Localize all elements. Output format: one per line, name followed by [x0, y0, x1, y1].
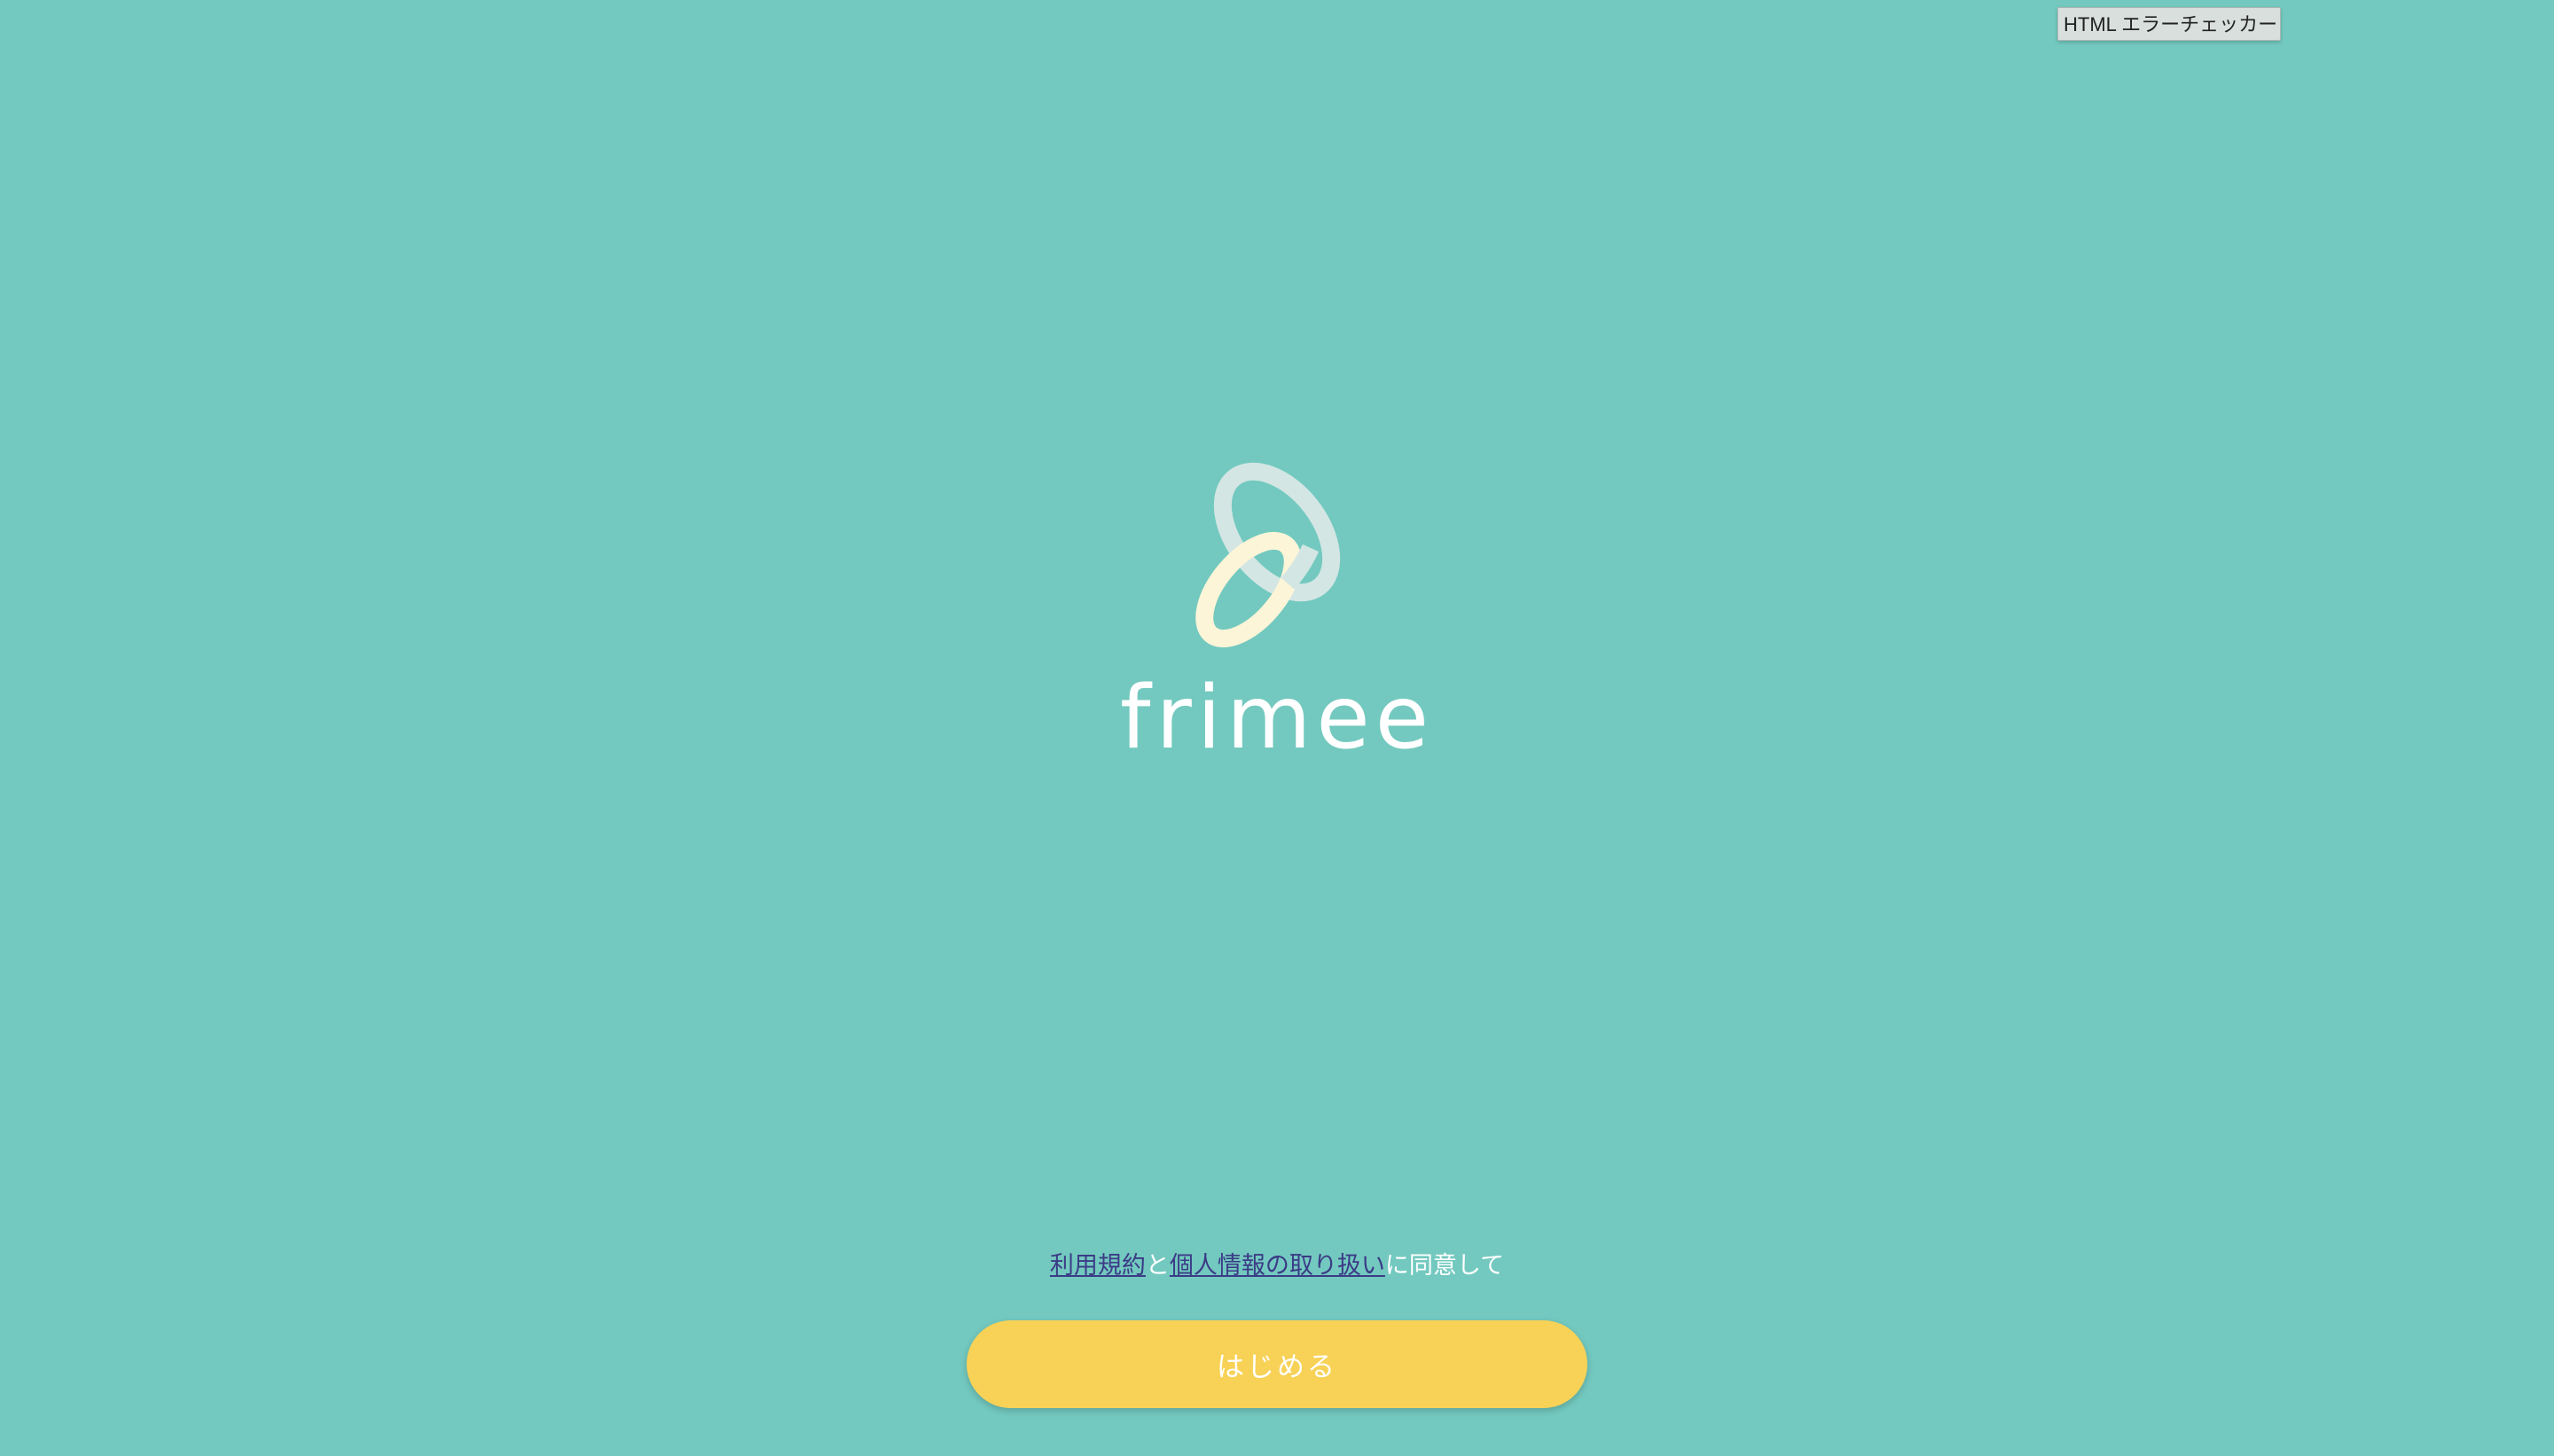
consent-suffix: に同意して — [1384, 1252, 1505, 1280]
consent-text: 利用規約と個人情報の取り扱いに同意して — [967, 1249, 1587, 1284]
frimee-logo-icon — [1195, 462, 1341, 648]
front-ring-icon — [1195, 531, 1302, 648]
splash-screen: HTML エラーチェッカー frimee 利用規約と個人情報の取り扱いに同意して… — [0, 0, 2554, 1456]
consent-connector: と — [1145, 1252, 1170, 1280]
terms-of-use-link[interactable]: 利用規約 — [1050, 1252, 1146, 1280]
privacy-policy-link[interactable]: 個人情報の取り扱い — [1170, 1252, 1385, 1280]
start-button[interactable]: はじめる — [967, 1320, 1587, 1408]
html-error-checker-button[interactable]: HTML エラーチェッカー — [2057, 7, 2281, 41]
brand-wordmark: frimee — [1119, 668, 1435, 769]
